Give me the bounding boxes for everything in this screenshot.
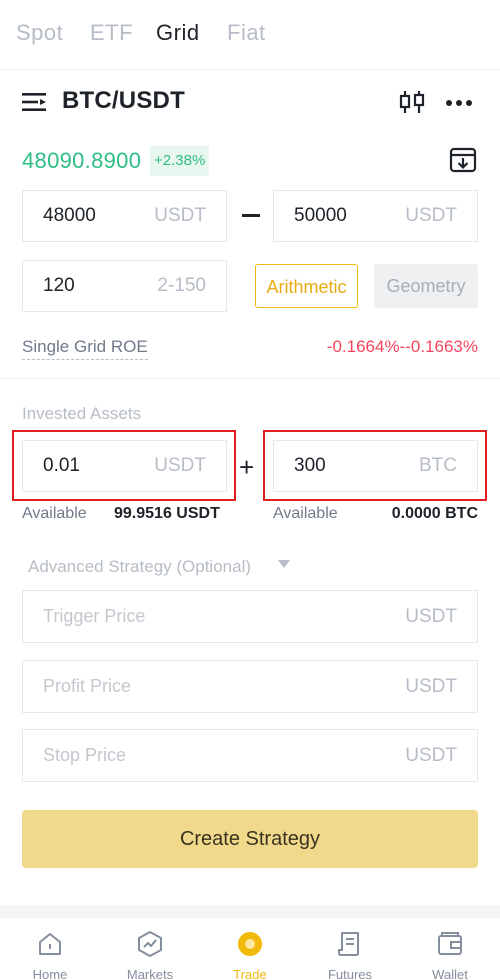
market-type-tabs: Spot ETF Grid Fiat	[0, 0, 500, 70]
nav-home[interactable]: Home	[0, 918, 100, 980]
btc-amount-input[interactable]: 300 BTC	[273, 440, 478, 492]
menu-icon[interactable]	[22, 91, 48, 113]
trigger-price-input[interactable]: Trigger Price USDT	[22, 590, 478, 643]
geometry-button[interactable]: Geometry	[374, 264, 478, 308]
upper-price-value: 50000	[294, 205, 347, 226]
btc-amount-unit: BTC	[419, 455, 457, 476]
grid-count-value: 120	[43, 275, 75, 296]
usdt-available-value: 99.9516 USDT	[114, 505, 220, 522]
nav-markets-label: Markets	[126, 967, 174, 980]
lower-price-value: 48000	[43, 205, 96, 226]
single-grid-roe-value: -0.1664%--0.1663%	[326, 337, 478, 356]
btc-available-value: 0.0000 BTC	[391, 505, 478, 522]
home-icon	[39, 933, 61, 955]
nav-futures-label: Futures	[327, 967, 373, 980]
price-change-badge: +2.38%	[150, 146, 210, 176]
invested-assets-label: Invested Assets	[22, 404, 142, 423]
nav-trade[interactable]: Trade	[200, 918, 300, 980]
section-gap	[0, 905, 500, 918]
futures-icon	[338, 932, 359, 956]
stop-price-unit: USDT	[405, 744, 457, 766]
grid-count-hint: 2-150	[157, 275, 206, 296]
profit-price-input[interactable]: Profit Price USDT	[22, 660, 478, 713]
nav-trade-label: Trade	[233, 967, 267, 980]
usdt-amount-input[interactable]: 0.01 USDT	[22, 440, 227, 492]
profit-price-placeholder: Profit Price	[43, 676, 132, 696]
bottom-nav: Home Markets Trade Futures Wallet	[0, 918, 500, 980]
chevron-down-icon[interactable]	[278, 560, 290, 568]
grid-count-input[interactable]: 120 2-150	[22, 260, 227, 312]
download-icon[interactable]	[449, 146, 477, 174]
trigger-price-placeholder: Trigger Price	[43, 606, 146, 626]
create-strategy-button[interactable]: Create Strategy	[22, 810, 478, 868]
stop-price-input[interactable]: Stop Price USDT	[22, 729, 478, 782]
tab-fiat[interactable]: Fiat	[227, 20, 266, 46]
tab-grid[interactable]: Grid	[156, 20, 200, 46]
lower-price-unit: USDT	[154, 205, 206, 226]
wallet-icon	[438, 932, 462, 955]
plus-icon: +	[239, 452, 255, 482]
nav-wallet-label: Wallet	[432, 967, 468, 980]
trade-icon	[238, 932, 262, 956]
btc-amount-value: 300	[294, 455, 326, 476]
tab-spot[interactable]: Spot	[16, 20, 63, 46]
usdt-amount-value: 0.01	[43, 455, 80, 476]
range-dash	[242, 214, 260, 217]
single-grid-roe-label[interactable]: Single Grid ROE	[22, 337, 148, 360]
pair-header: BTC/USDT	[22, 86, 478, 120]
stop-price-placeholder: Stop Price	[43, 745, 127, 765]
nav-futures[interactable]: Futures	[300, 918, 400, 980]
usdt-available-label: Available	[22, 505, 87, 522]
pair-title[interactable]: BTC/USDT	[62, 87, 185, 115]
lower-price-input[interactable]: 48000 USDT	[22, 190, 227, 242]
profit-price-unit: USDT	[405, 675, 457, 697]
nav-wallet[interactable]: Wallet	[400, 918, 500, 980]
upper-price-input[interactable]: 50000 USDT	[273, 190, 478, 242]
nav-markets[interactable]: Markets	[100, 918, 200, 980]
more-icon[interactable]	[444, 90, 474, 116]
tab-etf[interactable]: ETF	[90, 20, 133, 46]
kline-icon[interactable]	[398, 88, 426, 116]
markets-icon	[138, 931, 162, 957]
arithmetic-button[interactable]: Arithmetic	[255, 264, 358, 308]
btc-available-label: Available	[273, 505, 338, 522]
last-price: 48090.8900	[22, 148, 142, 173]
advanced-strategy-toggle[interactable]: Advanced Strategy (Optional)	[28, 557, 251, 577]
trigger-price-unit: USDT	[405, 605, 457, 627]
upper-price-unit: USDT	[405, 205, 457, 226]
nav-home-label: Home	[32, 967, 68, 980]
divider	[0, 378, 500, 379]
usdt-amount-unit: USDT	[154, 455, 206, 476]
